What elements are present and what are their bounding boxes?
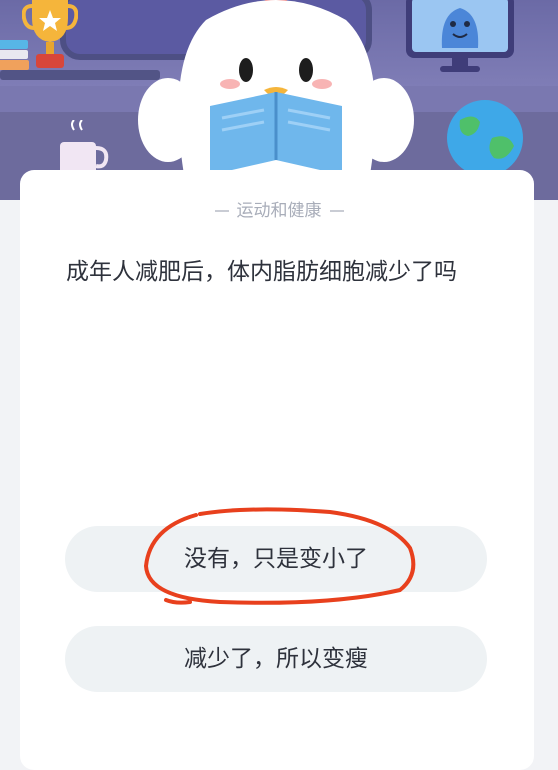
category-text: 运动和健康: [236, 201, 322, 221]
category-dash-left: [214, 210, 229, 212]
answer-option-2[interactable]: 减少了，所以变瘦: [65, 626, 487, 692]
trophy-icon: [22, 0, 78, 68]
category-label: 运动和健康: [0, 196, 558, 221]
answer-option-2-label: 减少了，所以变瘦: [184, 646, 368, 672]
answer-option-1[interactable]: 没有，只是变小了: [65, 526, 487, 592]
mascot-illustration: [138, 0, 414, 175]
answer-option-1-label: 没有，只是变小了: [184, 546, 368, 572]
question-text: 成年人减肥后，体内脂肪细胞减少了吗: [66, 259, 457, 285]
category-dash-right: [329, 210, 344, 212]
